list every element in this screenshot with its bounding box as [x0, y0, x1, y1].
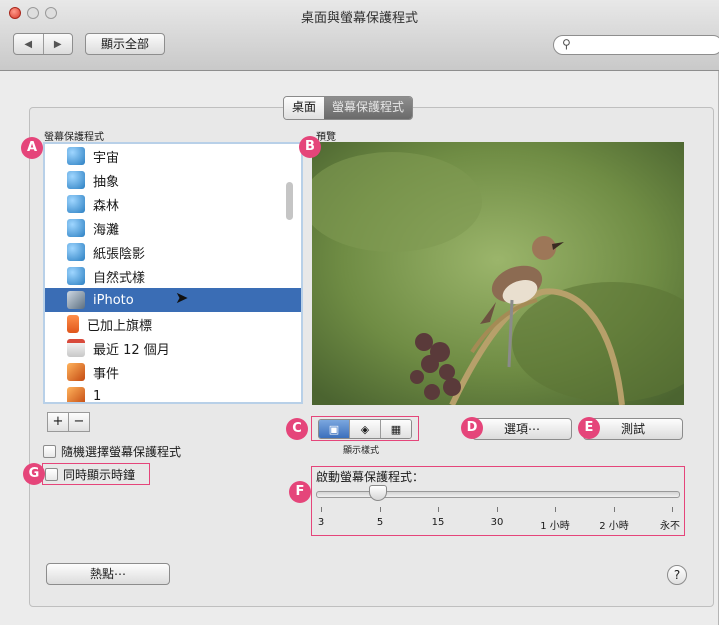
callout-a: A	[21, 137, 43, 159]
highlight-slider	[311, 466, 685, 536]
bird-photo	[312, 142, 684, 405]
remove-button[interactable]: −	[69, 412, 90, 432]
calendar-icon	[67, 339, 85, 357]
list-item[interactable]: 宇宙	[45, 144, 301, 168]
titlebar: 桌面與螢幕保護程式 ◀ ▶ 顯示全部 ⚲	[0, 0, 719, 71]
list-item-selected[interactable]: iPhoto	[45, 288, 301, 312]
add-remove-control: + −	[47, 412, 90, 432]
back-forward-control: ◀ ▶	[13, 33, 73, 55]
callout-f: F	[289, 481, 311, 503]
callout-c: C	[286, 418, 308, 440]
help-button[interactable]: ?	[667, 565, 687, 585]
add-button[interactable]: +	[47, 412, 69, 432]
back-icon[interactable]: ◀	[14, 34, 43, 54]
list-item[interactable]: 1	[45, 384, 301, 402]
swirl-icon	[67, 147, 85, 165]
callout-b: B	[299, 136, 321, 158]
flag-icon	[67, 315, 79, 333]
display-style-label: 顯示樣式	[343, 446, 380, 456]
highlight-display-style	[311, 416, 419, 441]
tab-screensaver[interactable]: 螢幕保護程式	[324, 97, 413, 119]
hot-corners-button[interactable]: 熱點⋯	[46, 563, 170, 585]
list-item[interactable]: 自然式樣	[45, 264, 301, 288]
swirl-icon	[67, 219, 85, 237]
screensaver-list[interactable]: 宇宙 抽象 森林 海灘 紙張陰影 自然式樣 iPhoto 已加上旗標 最近 12…	[43, 142, 303, 404]
tab-desktop[interactable]: 桌面	[284, 97, 325, 119]
screensaver-header: 螢幕保護程式	[44, 132, 104, 143]
window-title: 桌面與螢幕保護程式	[300, 11, 418, 26]
list-item[interactable]: 已加上旗標	[45, 312, 301, 336]
event-icon	[67, 387, 85, 402]
swirl-icon	[67, 171, 85, 189]
swirl-icon	[67, 267, 85, 285]
callout-e: E	[578, 417, 600, 439]
callout-d: D	[461, 417, 483, 439]
list-item[interactable]: 森林	[45, 192, 301, 216]
list-item[interactable]: 最近 12 個月	[45, 336, 301, 360]
swirl-icon	[67, 243, 85, 261]
show-all-button[interactable]: 顯示全部	[85, 33, 165, 55]
swirl-icon	[67, 195, 85, 213]
preview-image	[312, 142, 684, 405]
search-input[interactable]: ⚲	[553, 35, 719, 55]
event-icon	[67, 363, 85, 381]
callout-g: G	[23, 463, 45, 485]
list-item[interactable]: 抽象	[45, 168, 301, 192]
mouse-pointer-icon: ➤	[175, 288, 189, 307]
highlight-show-clock	[42, 463, 150, 485]
list-item[interactable]: 事件	[45, 360, 301, 384]
search-icon: ⚲	[562, 37, 571, 51]
list-item[interactable]: 海灘	[45, 216, 301, 240]
preferences-window: 桌面與螢幕保護程式 ◀ ▶ 顯示全部 ⚲ 桌面 螢幕保護程式 螢幕保護程式 宇宙…	[0, 0, 719, 625]
list-scrollbar[interactable]	[286, 182, 293, 220]
forward-icon[interactable]: ▶	[42, 34, 73, 54]
tab-bar: 桌面 螢幕保護程式	[283, 96, 414, 120]
list-item[interactable]: 紙張陰影	[45, 240, 301, 264]
checkbox-icon[interactable]	[43, 445, 56, 458]
options-button[interactable]: 選項⋯	[472, 418, 572, 440]
iphoto-icon	[67, 291, 85, 309]
random-screensaver-checkbox[interactable]: 隨機選擇螢幕保護程式	[43, 443, 181, 460]
